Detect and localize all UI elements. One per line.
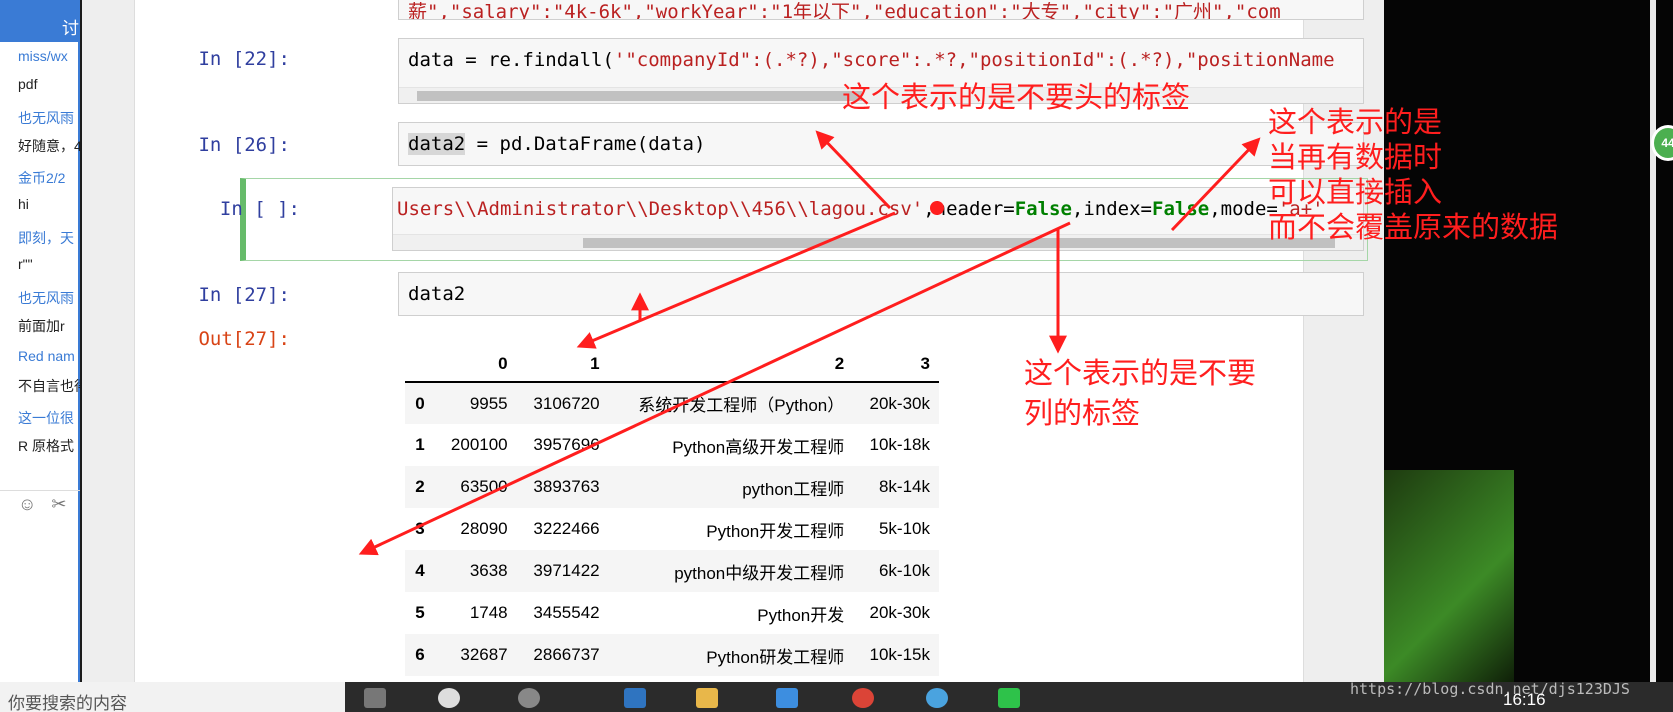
app-icon[interactable] bbox=[518, 688, 540, 708]
taskbar-search[interactable]: 你要搜索的内容 bbox=[0, 682, 345, 712]
chrome-icon[interactable] bbox=[852, 688, 874, 708]
qq-icon[interactable] bbox=[438, 688, 460, 708]
folder-icon[interactable] bbox=[696, 688, 718, 708]
video-app-icon[interactable] bbox=[998, 688, 1020, 708]
cursor-dot bbox=[930, 201, 944, 215]
watermark: https://blog.csdn.net/djs123DJS bbox=[1350, 680, 1630, 698]
browser-icon[interactable] bbox=[926, 688, 948, 708]
monitor-icon[interactable] bbox=[624, 688, 646, 708]
arrow-to-mode bbox=[1170, 137, 1261, 232]
store-icon[interactable] bbox=[776, 688, 798, 708]
arrow-to-header bbox=[815, 130, 892, 210]
taskbar-clock: 16:16 bbox=[1503, 690, 1546, 709]
arrow-to-index bbox=[358, 221, 1071, 556]
task-view-icon[interactable] bbox=[364, 688, 386, 708]
annotation-arrows bbox=[358, 130, 1261, 556]
